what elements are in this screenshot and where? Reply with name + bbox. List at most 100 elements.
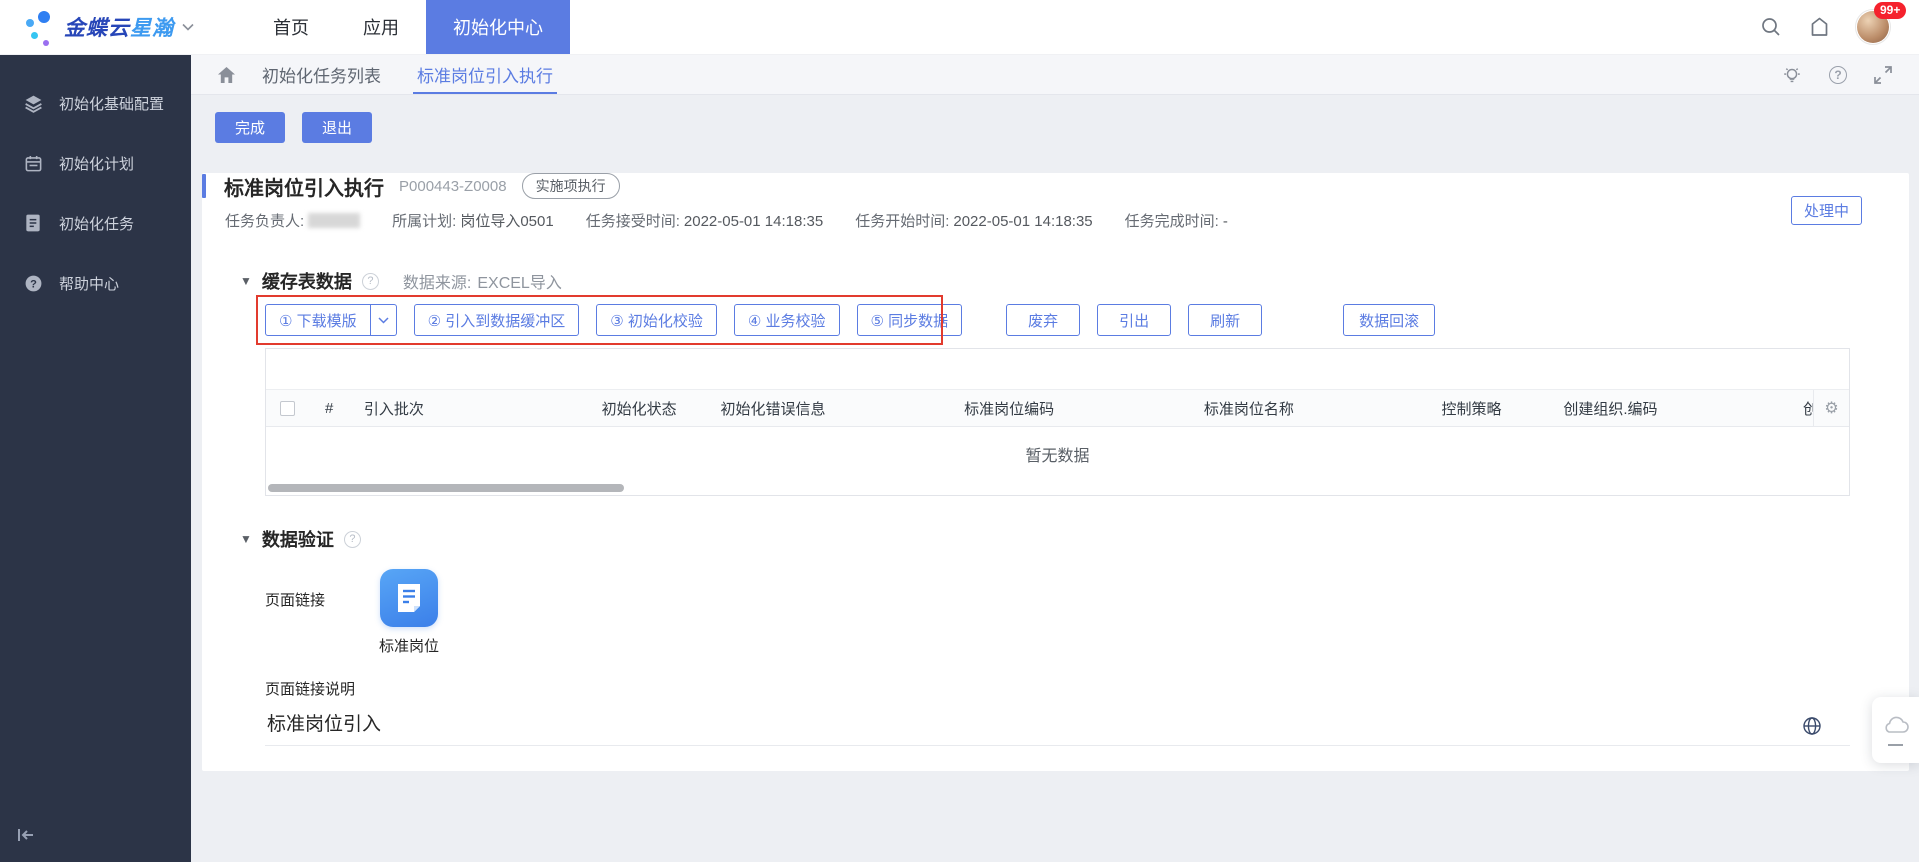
- scrollbar-thumb[interactable]: [268, 484, 624, 492]
- avatar[interactable]: 99+: [1857, 11, 1889, 43]
- export-button[interactable]: 引出: [1097, 304, 1171, 336]
- select-all-checkbox[interactable]: [280, 401, 295, 416]
- sync-data-button[interactable]: ⑤ 同步数据: [857, 304, 963, 336]
- lamp-icon[interactable]: [1781, 64, 1803, 86]
- column-init-status[interactable]: 初始化状态: [590, 398, 709, 419]
- fullscreen-icon[interactable]: [1873, 65, 1893, 85]
- column-init-error[interactable]: 初始化错误信息: [708, 398, 952, 419]
- svg-text:?: ?: [30, 278, 37, 290]
- search-icon[interactable]: [1760, 16, 1782, 38]
- redacted-value: [308, 213, 360, 228]
- standard-post-app-tile[interactable]: 标准岗位: [379, 569, 439, 656]
- sidebar-item-init-task[interactable]: 初始化任务: [0, 193, 191, 253]
- globe-icon[interactable]: [1802, 716, 1822, 736]
- section-help-icon[interactable]: ?: [362, 273, 379, 290]
- table-empty-state: 暂无数据: [266, 427, 1849, 481]
- sidebar-item-label: 初始化任务: [59, 213, 134, 234]
- logo-dots-icon: [22, 7, 58, 47]
- tab-standard-post-import[interactable]: 标准岗位引入执行: [417, 55, 553, 94]
- page-link-description: 页面链接说明 标准岗位引入: [265, 678, 1909, 746]
- table-header-row: # 引入批次 初始化状态 初始化错误信息 标准岗位编码 标准岗位名称 控制策略 …: [266, 389, 1849, 427]
- page-tabbar: 初始化任务列表 标准岗位引入执行 ?: [191, 55, 1919, 95]
- task-type-badge: 实施项执行: [522, 173, 620, 199]
- business-validate-button[interactable]: ④ 业务校验: [734, 304, 840, 336]
- layers-icon: [22, 93, 44, 114]
- sidebar-item-init-base-config[interactable]: 初始化基础配置: [0, 73, 191, 133]
- data-source: 数据来源:EXCEL导入: [403, 269, 562, 293]
- data-rollback-button[interactable]: 数据回滚: [1343, 304, 1435, 336]
- complete-button[interactable]: 完成: [215, 112, 285, 143]
- main-content: 初始化任务列表 标准岗位引入执行 ? 完成 退出 标准岗位引入执行 P00044…: [191, 55, 1919, 862]
- task-card: 标准岗位引入执行 P000443-Z0008 实施项执行 处理中 任务负责人: …: [202, 173, 1909, 771]
- sidebar: 初始化基础配置 初始化计划 初始化任务 ? 帮助中心: [0, 55, 191, 862]
- download-template-dropdown-icon[interactable]: [371, 304, 397, 336]
- title-accent-bar: [202, 174, 206, 198]
- cache-section-header: ▼ 缓存表数据 ? 数据来源:EXCEL导入: [240, 269, 1909, 293]
- logo-text: 金蝶云星瀚: [64, 12, 174, 42]
- download-template-split-button: ① 下载模版: [265, 304, 397, 336]
- column-post-code[interactable]: 标准岗位编码: [952, 398, 1192, 419]
- cloud-icon: [1882, 715, 1910, 734]
- column-post-name[interactable]: 标准岗位名称: [1192, 398, 1430, 419]
- task-field-accept-time: 任务接受时间:2022-05-01 14:18:35: [586, 210, 823, 231]
- page-link-row: 页面链接 标准岗位: [265, 569, 1909, 656]
- help-circle-icon[interactable]: ?: [1829, 66, 1847, 84]
- cache-table: # 引入批次 初始化状态 初始化错误信息 标准岗位编码 标准岗位名称 控制策略 …: [265, 348, 1850, 496]
- menu-item-apps[interactable]: 应用: [336, 0, 426, 54]
- page-actions: 完成 退出: [191, 95, 1919, 143]
- task-field-owner: 任务负责人:: [225, 210, 360, 231]
- column-truncated[interactable]: 创: [1791, 398, 1813, 419]
- notification-badge: 99+: [1874, 2, 1906, 19]
- app-logo[interactable]: 金蝶云星瀚: [0, 7, 230, 47]
- top-menu: 首页 应用 初始化中心: [246, 0, 570, 54]
- minimize-icon: [1888, 744, 1903, 746]
- task-field-start-time: 任务开始时间:2022-05-01 14:18:35: [855, 210, 1092, 231]
- section-help-icon[interactable]: ?: [344, 531, 361, 548]
- column-import-batch[interactable]: 引入批次: [352, 398, 590, 419]
- import-to-buffer-button[interactable]: ② 引入到数据缓冲区: [414, 304, 580, 336]
- task-info-row: 任务负责人: 所属计划:岗位导入0501 任务接受时间:2022-05-01 1…: [225, 210, 1909, 231]
- home-icon[interactable]: [217, 66, 236, 84]
- sidebar-item-label: 帮助中心: [59, 273, 119, 294]
- sidebar-item-label: 初始化基础配置: [59, 93, 164, 114]
- validation-section-title: 数据验证: [262, 526, 334, 552]
- desc-field: 标准岗位引入: [265, 702, 1850, 746]
- validation-section-header: ▼ 数据验证 ?: [240, 527, 1909, 551]
- menu-item-init-center[interactable]: 初始化中心: [426, 0, 570, 54]
- messages-icon[interactable]: [1808, 16, 1831, 38]
- tab-init-task-list[interactable]: 初始化任务列表: [262, 55, 381, 94]
- sidebar-item-init-plan[interactable]: 初始化计划: [0, 133, 191, 193]
- column-create-org-code[interactable]: 创建组织.编码: [1551, 398, 1791, 419]
- document-icon: [22, 213, 44, 233]
- exit-button[interactable]: 退出: [302, 112, 372, 143]
- column-index[interactable]: #: [310, 400, 352, 417]
- collapse-triangle-icon[interactable]: ▼: [240, 274, 252, 288]
- page-link-label: 页面链接: [265, 589, 325, 610]
- column-control-policy[interactable]: 控制策略: [1430, 398, 1552, 419]
- discard-button[interactable]: 废弃: [1006, 304, 1080, 336]
- task-field-finish-time: 任务完成时间:-: [1125, 210, 1228, 231]
- task-title-row: 标准岗位引入执行 P000443-Z0008 实施项执行: [202, 173, 1909, 199]
- sidebar-item-label: 初始化计划: [59, 153, 134, 174]
- page-title: 标准岗位引入执行: [224, 172, 384, 201]
- app-tile-icon: [380, 569, 438, 627]
- init-validate-button[interactable]: ③ 初始化校验: [596, 304, 717, 336]
- navbar-right: 99+: [1760, 11, 1919, 43]
- app-tile-label: 标准岗位: [379, 635, 439, 656]
- menu-item-home[interactable]: 首页: [246, 0, 336, 54]
- table-settings-gear-icon[interactable]: ⚙: [1813, 390, 1849, 426]
- desc-value: 标准岗位引入: [267, 714, 381, 735]
- floating-assistant-widget[interactable]: [1872, 697, 1919, 763]
- help-icon: ?: [22, 274, 44, 293]
- top-navbar: 金蝶云星瀚 首页 应用 初始化中心 99+: [0, 0, 1919, 55]
- sidebar-item-help-center[interactable]: ? 帮助中心: [0, 253, 191, 313]
- chevron-down-icon[interactable]: [182, 23, 194, 31]
- download-template-button[interactable]: ① 下载模版: [265, 304, 371, 336]
- collapse-triangle-icon[interactable]: ▼: [240, 532, 252, 546]
- desc-label: 页面链接说明: [265, 678, 1909, 699]
- collapse-sidebar-icon[interactable]: [16, 827, 36, 848]
- refresh-button[interactable]: 刷新: [1188, 304, 1262, 336]
- calendar-icon: [22, 154, 44, 173]
- cache-toolbar: ① 下载模版 ② 引入到数据缓冲区 ③ 初始化校验 ④ 业务校验 ⑤ 同步数据 …: [265, 304, 1909, 336]
- table-filter-area: [266, 349, 1849, 389]
